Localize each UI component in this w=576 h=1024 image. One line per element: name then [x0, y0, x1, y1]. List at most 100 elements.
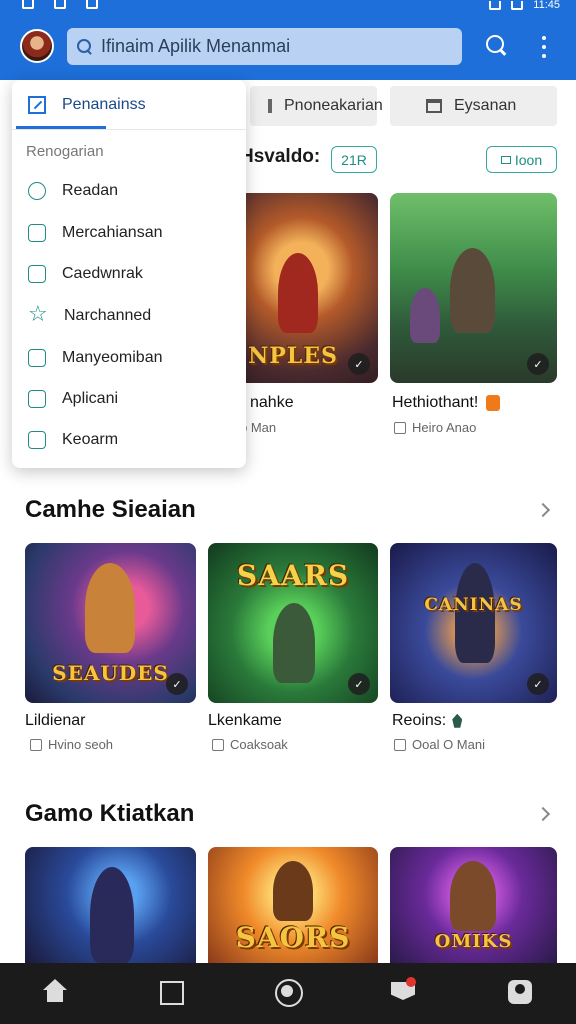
menu-header[interactable]: Penanainss [12, 80, 246, 130]
signal-icon [511, 0, 524, 10]
character-art [450, 861, 496, 931]
edit-icon [28, 224, 46, 242]
notifications-icon[interactable] [390, 977, 416, 1005]
search-icon [77, 38, 93, 55]
game-logo: SAORS [235, 921, 351, 954]
image-icon [54, 0, 66, 9]
tag-icon [452, 713, 463, 728]
apps-icon[interactable] [158, 979, 184, 1005]
card-title: Hethiothant! [392, 394, 501, 412]
game-card[interactable]: ✓ [390, 193, 557, 383]
game-logo: CANINAS [424, 595, 523, 615]
chevron-right-icon[interactable] [535, 502, 551, 518]
menu-item[interactable]: Caedwnrak [12, 256, 246, 292]
menu-item[interactable]: Narchanned [12, 298, 246, 334]
star-icon [28, 302, 48, 327]
tag-icon [486, 394, 501, 411]
controller-icon: ✓ [166, 673, 188, 695]
menu-item[interactable]: Readan [12, 173, 246, 209]
card-subtitle-text: Coaksoak [230, 737, 288, 752]
card-title: Reoins: [392, 712, 463, 730]
puzzle-icon [394, 421, 406, 434]
menu-header-label: Penanainss [62, 96, 146, 113]
card-subtitle: Coaksoak [212, 737, 288, 752]
clipboard-icon [28, 349, 46, 367]
controller-icon: ✓ [348, 673, 370, 695]
card-subtitle-text: Heiro Anao [412, 420, 477, 435]
character-art [273, 861, 313, 921]
status-time: 11:45 [533, 0, 560, 11]
app-bar: 11:45 Ifinaim Apilik Menanmai [0, 0, 576, 80]
character-art [90, 867, 134, 963]
games-icon[interactable] [275, 979, 303, 1007]
game-card[interactable]: SEAUDES ✓ [25, 543, 196, 703]
card-title-text: Reoins: [392, 712, 447, 729]
menu-item[interactable]: Aplicani [12, 381, 246, 417]
divider [12, 129, 246, 130]
lock-icon [426, 99, 442, 113]
game-logo: OMIKS [434, 931, 513, 952]
character-art [278, 253, 318, 333]
puzzle-icon [30, 738, 42, 751]
note-icon [28, 265, 46, 283]
game-card[interactable]: SAORS [208, 847, 378, 963]
card-subtitle: Hvino seoh [30, 737, 113, 752]
section-title: Camhe Sieaian [25, 496, 196, 523]
puzzle-icon [394, 738, 406, 751]
profile-icon[interactable] [507, 979, 533, 1005]
game-logo: SAARS [236, 559, 350, 592]
search-input[interactable]: Ifinaim Apilik Menanmai [67, 28, 462, 65]
menu-item[interactable]: Manyeomiban [12, 340, 246, 376]
section-title: Gamo Ktiatkan [25, 800, 195, 827]
controller-icon: ✓ [527, 353, 549, 375]
search-placeholder: Ifinaim Apilik Menanmai [101, 36, 291, 56]
more-options-icon[interactable] [541, 36, 547, 58]
tab-library[interactable]: Eysanan [390, 86, 557, 126]
menu-section-label: Renogarian [26, 143, 104, 160]
puzzle-icon [212, 738, 224, 751]
tab-promo[interactable]: Pnoneakarian [250, 86, 383, 126]
avatar[interactable] [20, 29, 54, 63]
filter-chip-label: Ioon [514, 151, 543, 168]
card-subtitle: Heiro Anao [394, 420, 476, 435]
tab-label: Pnoneakarian [284, 97, 383, 114]
card-title-text: Hethiothant! [392, 394, 479, 411]
menu-item[interactable]: Mercahiansan [12, 215, 246, 251]
card-subtitle-text: Hvino seoh [48, 737, 114, 752]
menu-item[interactable]: Keoarm [12, 422, 246, 458]
dropdown-menu: Penanainss Renogarian Readan Mercahiansa… [12, 80, 246, 468]
controller-icon: ✓ [348, 353, 370, 375]
menu-item-label: Caedwnrak [62, 265, 143, 282]
display-icon [500, 155, 511, 164]
edit-icon [28, 96, 46, 114]
menu-item-label: Mercahiansan [62, 224, 163, 241]
character-art [410, 288, 440, 343]
briefcase-icon [28, 390, 46, 408]
notification-badge [406, 977, 416, 987]
game-card[interactable]: OMIKS [390, 847, 557, 963]
game-card[interactable]: CANINAS ✓ [390, 543, 557, 703]
device-icon [28, 431, 46, 449]
filter-chip[interactable]: Ioon [486, 146, 557, 173]
wifi-icon [489, 0, 502, 10]
status-bar: 11:45 [0, 0, 576, 14]
notification-icon [22, 0, 34, 9]
menu-item-label: Manyeomiban [62, 349, 163, 366]
card-subtitle: Ooal O Mani [394, 737, 485, 752]
menu-item-label: Narchanned [64, 307, 152, 324]
menu-item-label: Aplicani [62, 390, 119, 407]
menu-item-label: Readan [62, 182, 119, 199]
game-card[interactable] [25, 847, 196, 963]
card-subtitle-text: Ooal O Mani [412, 737, 485, 752]
bottom-navigation [0, 963, 576, 1024]
card-title: Lildienar [25, 712, 86, 729]
character-art [85, 563, 135, 653]
chevron-right-icon[interactable] [535, 806, 551, 822]
tab-label: Eysanan [454, 97, 517, 114]
count-chip[interactable]: 21R [331, 146, 377, 173]
game-card[interactable]: SAARS ✓ [208, 543, 378, 703]
controller-icon: ✓ [527, 673, 549, 695]
search-icon[interactable] [486, 35, 508, 57]
home-icon[interactable] [42, 979, 68, 1005]
row1-heading: Hsvaldo: [240, 146, 321, 167]
